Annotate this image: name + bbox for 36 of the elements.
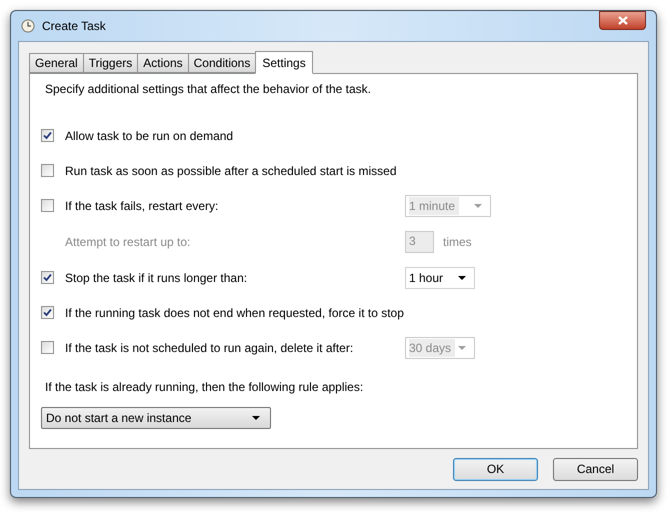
checkmark-icon <box>43 131 52 140</box>
option-label: Allow task to be run on demand <box>65 128 234 144</box>
caret-icon <box>458 276 466 280</box>
checkbox[interactable] <box>41 341 54 354</box>
option-label: Attempt to restart up to: <box>65 234 192 250</box>
description-text: Specify additional settings that affect the behavior of the task. <box>45 81 372 97</box>
dialog-button[interactable]: Cancel <box>553 458 638 480</box>
rule-dropdown[interactable]: Do not start a new instance <box>41 407 271 429</box>
option-label: If the running task does not end when requested, force it to stop <box>65 304 404 322</box>
option-label: If the task fails, restart every: <box>65 198 220 214</box>
close-icon <box>618 16 628 25</box>
rule-label: If the task is already running, then the following rule applies: <box>45 379 364 394</box>
dialog-button[interactable]: OK <box>453 458 538 480</box>
caret-icon <box>474 204 482 208</box>
tab[interactable]: Settings <box>255 51 313 74</box>
caret-icon <box>252 416 260 420</box>
close-button[interactable] <box>599 11 646 30</box>
checkmark-icon <box>43 308 52 317</box>
tab[interactable]: Conditions <box>188 53 256 73</box>
caret-icon <box>458 346 466 350</box>
checkbox[interactable] <box>41 199 54 212</box>
checkbox[interactable] <box>41 306 54 319</box>
option-label: Run task as soon as possible after a scheduled start is missed <box>65 162 396 180</box>
tab[interactable]: Actions <box>137 53 188 73</box>
checkbox[interactable] <box>41 271 54 284</box>
checkbox[interactable] <box>41 129 54 142</box>
checkmark-icon <box>43 273 52 282</box>
window-title: Create Task <box>42 18 106 35</box>
dropdown[interactable]: 1 hour <box>405 266 475 288</box>
clock-icon <box>21 19 35 33</box>
option-label: If the task is not scheduled to run again, delete it after: <box>65 340 354 356</box>
option-label: Stop the task if it runs longer than: <box>65 270 248 286</box>
checkbox[interactable] <box>41 164 54 177</box>
tab[interactable]: Triggers <box>82 53 138 73</box>
tab[interactable]: General <box>29 53 83 73</box>
unit-label: times <box>443 234 472 250</box>
